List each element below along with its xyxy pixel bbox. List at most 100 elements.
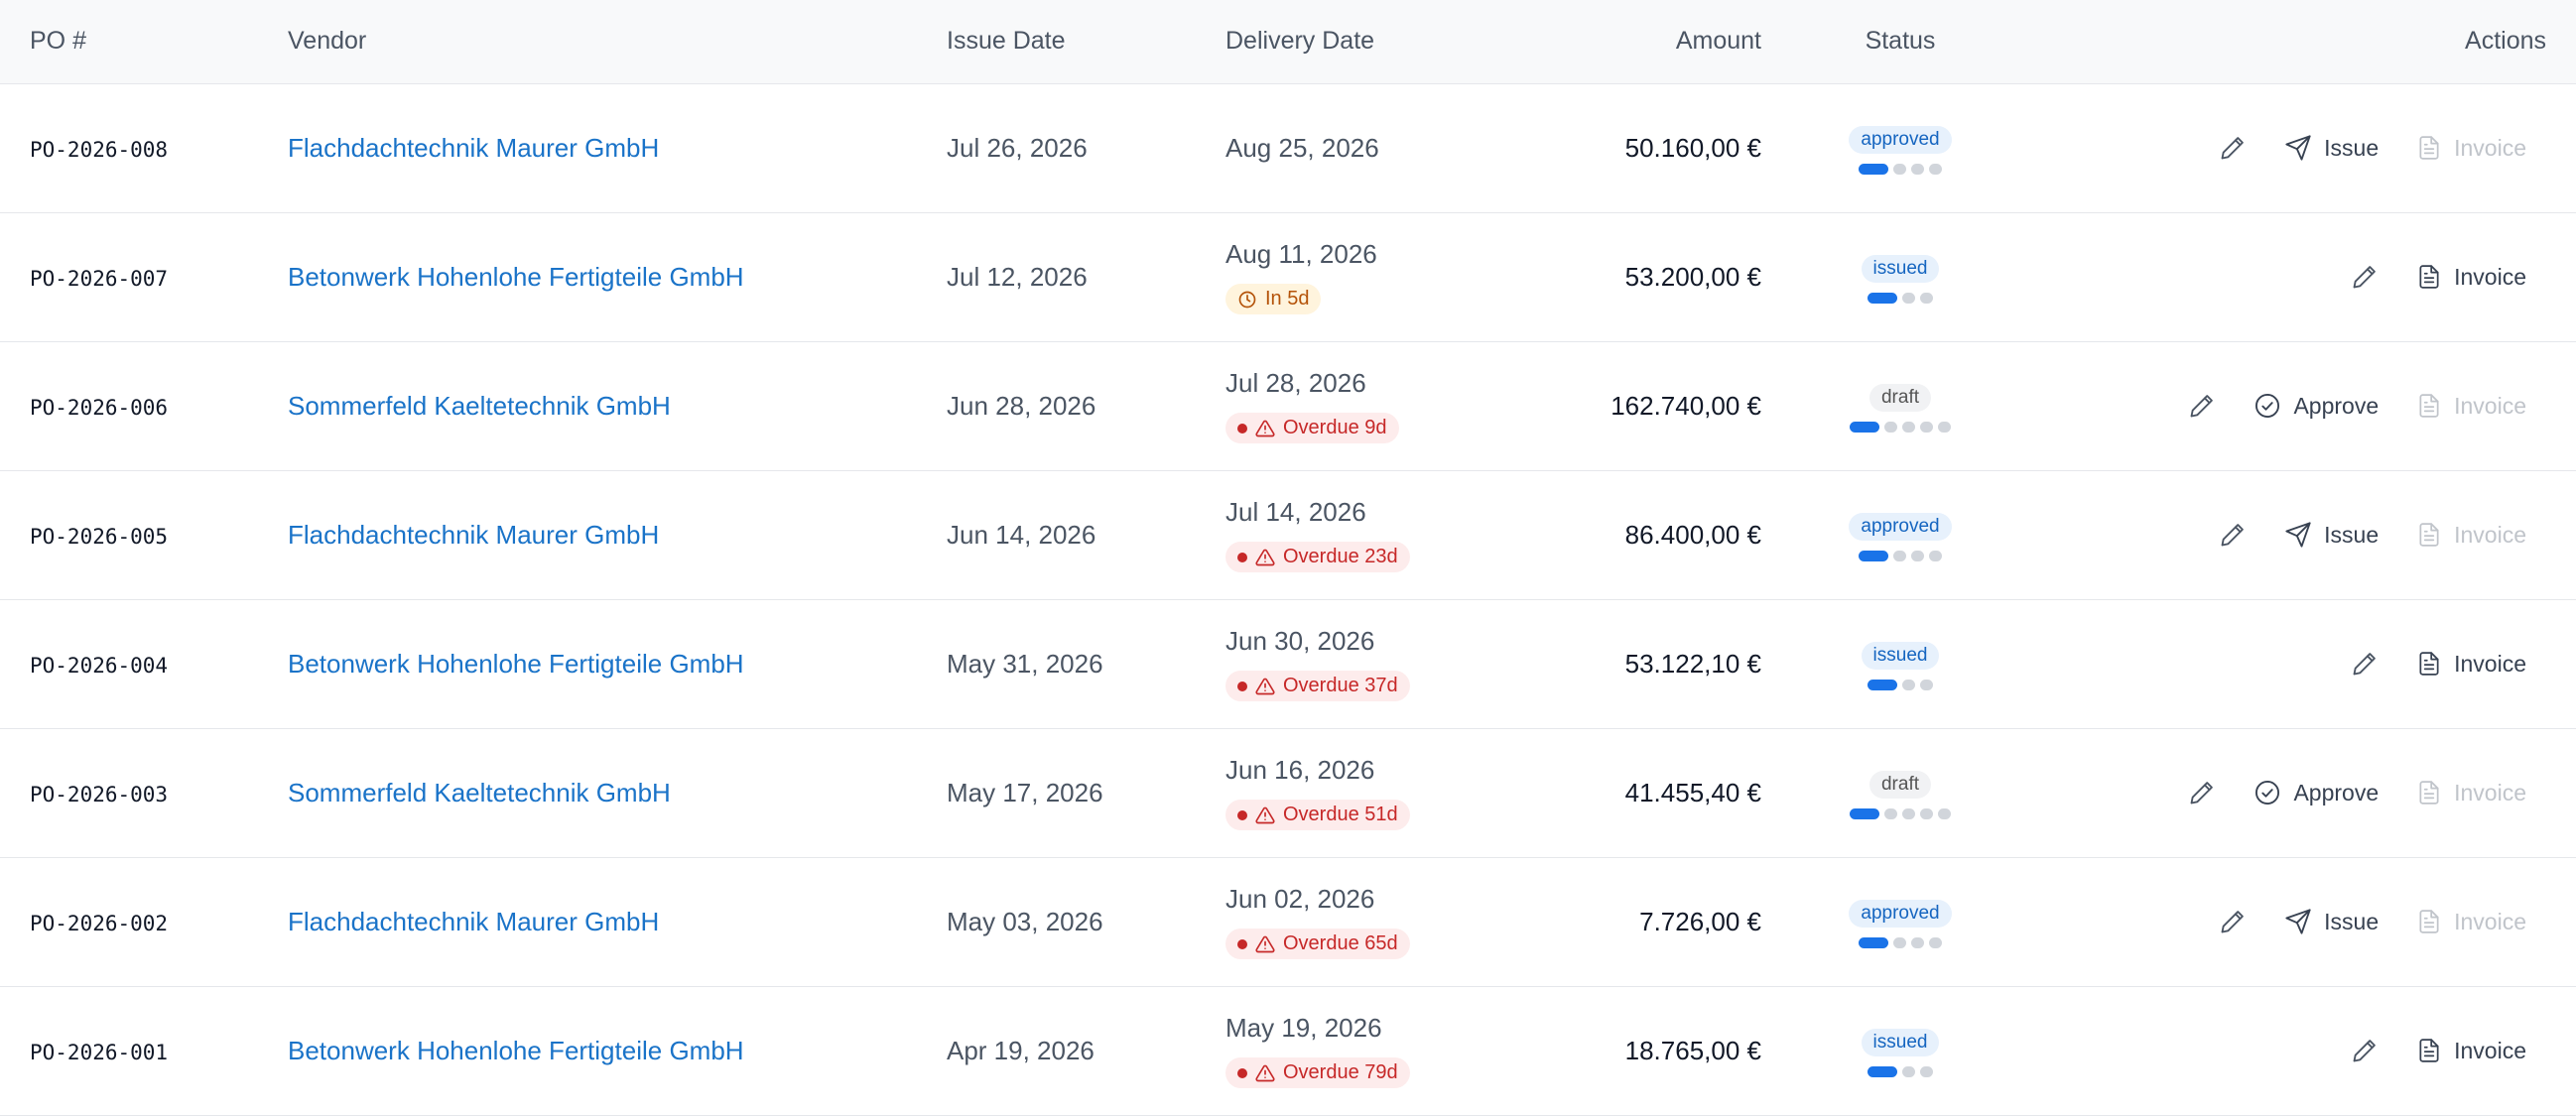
header-delivery-date[interactable]: Delivery Date — [1225, 0, 1533, 84]
edit-button[interactable] — [2351, 650, 2379, 678]
po-number[interactable]: PO-2026-006 — [30, 396, 168, 420]
vendor-link[interactable]: Sommerfeld Kaeltetechnik GmbH — [288, 778, 671, 807]
po-number[interactable]: PO-2026-003 — [30, 783, 168, 806]
edit-button[interactable] — [2188, 392, 2216, 420]
status-progress — [1858, 937, 1942, 948]
table-row[interactable]: PO-2026-003 Sommerfeld Kaeltetechnik Gmb… — [0, 728, 2576, 857]
header-issue-date[interactable]: Issue Date — [947, 0, 1225, 84]
action-label: Approve — [2293, 779, 2380, 806]
action-label: Issue — [2324, 521, 2380, 548]
status: approved — [1849, 900, 1952, 948]
send-icon — [2284, 908, 2312, 935]
po-number[interactable]: PO-2026-002 — [30, 912, 168, 935]
amount: 18.765,00 € — [1624, 1035, 1761, 1065]
badge-text: Overdue 9d — [1283, 417, 1387, 438]
amount: 7.726,00 € — [1639, 906, 1761, 936]
vendor-link[interactable]: Sommerfeld Kaeltetechnik GmbH — [288, 391, 671, 421]
amount: 53.122,10 € — [1624, 648, 1761, 679]
invoice-label: Invoice — [2454, 521, 2526, 548]
issue-button[interactable]: Issue — [2284, 134, 2379, 162]
overdue-badge: Overdue 65d — [1225, 929, 1410, 959]
edit-button[interactable] — [2351, 263, 2379, 291]
progress-step — [1928, 164, 1942, 175]
issue-button[interactable]: Issue — [2284, 908, 2379, 935]
invoice-button[interactable]: Invoice — [2416, 392, 2526, 420]
status-progress — [1850, 422, 1951, 433]
status-badge: issued — [1861, 642, 1940, 670]
po-number[interactable]: PO-2026-001 — [30, 1041, 168, 1064]
po-number[interactable]: PO-2026-008 — [30, 138, 168, 162]
invoice-button[interactable]: Invoice — [2416, 1037, 2526, 1064]
purchase-orders-table: PO # Vendor Issue Date Delivery Date Amo… — [0, 0, 2576, 1116]
progress-step — [1892, 551, 1906, 561]
pencil-icon — [2351, 1037, 2379, 1064]
vendor-link[interactable]: Betonwerk Hohenlohe Fertigteile GmbH — [288, 262, 744, 292]
delivery-date: Aug 11, 2026 — [1225, 239, 1377, 269]
send-icon — [2284, 521, 2312, 549]
invoice-label: Invoice — [2454, 908, 2526, 934]
delivery-cell: Aug 25, 2026 — [1225, 133, 1533, 164]
progress-step — [1928, 551, 1942, 561]
progress-step — [1910, 937, 1924, 948]
edit-button[interactable] — [2219, 908, 2247, 935]
po-number[interactable]: PO-2026-004 — [30, 654, 168, 678]
vendor-link[interactable]: Flachdachtechnik Maurer GmbH — [288, 520, 659, 550]
delivery-cell: Aug 11, 2026 In 5d — [1225, 239, 1533, 314]
table-row[interactable]: PO-2026-006 Sommerfeld Kaeltetechnik Gmb… — [0, 341, 2576, 470]
po-number[interactable]: PO-2026-005 — [30, 525, 168, 549]
invoice-label: Invoice — [2454, 1037, 2526, 1063]
check-circle-icon — [2254, 392, 2281, 420]
approve-button[interactable]: Approve — [2254, 392, 2379, 420]
document-icon — [2416, 908, 2442, 935]
header-po[interactable]: PO # — [0, 0, 288, 84]
status: approved — [1849, 126, 1952, 175]
table-row[interactable]: PO-2026-002 Flachdachtechnik Maurer GmbH… — [0, 857, 2576, 986]
header-status[interactable]: Status — [1761, 0, 2039, 84]
po-number[interactable]: PO-2026-007 — [30, 267, 168, 291]
overdue-badge: Overdue 37d — [1225, 671, 1410, 701]
invoice-button[interactable]: Invoice — [2416, 134, 2526, 162]
table-row[interactable]: PO-2026-005 Flachdachtechnik Maurer GmbH… — [0, 470, 2576, 599]
edit-button[interactable] — [2188, 779, 2216, 806]
invoice-button[interactable]: Invoice — [2416, 263, 2526, 291]
action-label: Issue — [2324, 908, 2380, 934]
vendor-link[interactable]: Flachdachtechnik Maurer GmbH — [288, 133, 659, 163]
vendor-link[interactable]: Flachdachtechnik Maurer GmbH — [288, 907, 659, 936]
progress-step — [1884, 422, 1897, 433]
table-row[interactable]: PO-2026-004 Betonwerk Hohenlohe Fertigte… — [0, 599, 2576, 728]
table-row[interactable]: PO-2026-007 Betonwerk Hohenlohe Fertigte… — [0, 212, 2576, 341]
document-icon — [2416, 392, 2442, 420]
due-soon-badge: In 5d — [1225, 284, 1322, 314]
overdue-dot — [1237, 809, 1247, 820]
invoice-label: Invoice — [2454, 392, 2526, 419]
status-progress — [1867, 293, 1933, 304]
pencil-icon — [2219, 521, 2247, 549]
vendor-link[interactable]: Betonwerk Hohenlohe Fertigteile GmbH — [288, 1036, 744, 1065]
vendor-link[interactable]: Betonwerk Hohenlohe Fertigteile GmbH — [288, 649, 744, 679]
invoice-button[interactable]: Invoice — [2416, 908, 2526, 935]
invoice-button[interactable]: Invoice — [2416, 650, 2526, 678]
document-icon — [2416, 134, 2442, 162]
issue-button[interactable]: Issue — [2284, 521, 2379, 549]
invoice-button[interactable]: Invoice — [2416, 521, 2526, 549]
approve-button[interactable]: Approve — [2254, 779, 2379, 806]
status-progress — [1867, 1066, 1933, 1077]
edit-button[interactable] — [2351, 1037, 2379, 1064]
invoice-label: Invoice — [2454, 779, 2526, 806]
edit-button[interactable] — [2219, 521, 2247, 549]
edit-button[interactable] — [2219, 134, 2247, 162]
invoice-button[interactable]: Invoice — [2416, 779, 2526, 806]
delivery-cell: Jun 30, 2026 Overdue 37d — [1225, 626, 1533, 701]
progress-step — [1902, 422, 1915, 433]
table-row[interactable]: PO-2026-001 Betonwerk Hohenlohe Fertigte… — [0, 986, 2576, 1115]
document-icon — [2416, 521, 2442, 549]
progress-step — [1919, 293, 1933, 304]
header-vendor[interactable]: Vendor — [288, 0, 947, 84]
progress-step — [1892, 164, 1906, 175]
status-badge: approved — [1849, 513, 1952, 541]
document-icon — [2416, 1037, 2442, 1064]
header-amount[interactable]: Amount — [1533, 0, 1761, 84]
table-row[interactable]: PO-2026-008 Flachdachtechnik Maurer GmbH… — [0, 83, 2576, 212]
delivery-date: Jun 16, 2026 — [1225, 755, 1375, 785]
badge-text: Overdue 51d — [1283, 804, 1398, 825]
